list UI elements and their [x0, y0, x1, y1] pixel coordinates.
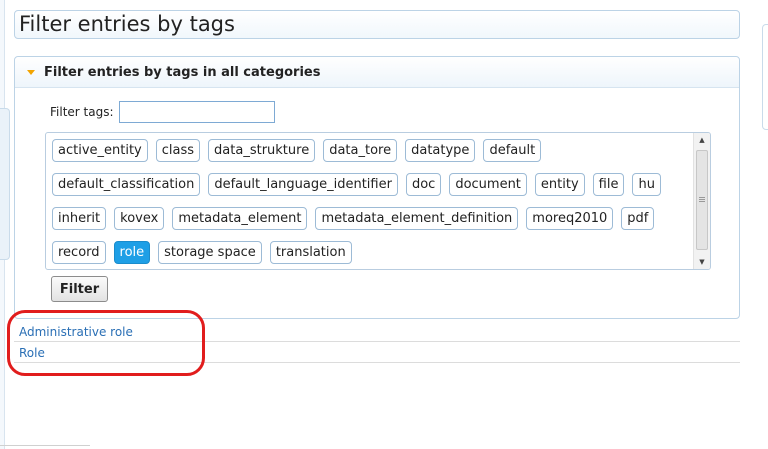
caret-down-icon[interactable]	[27, 69, 35, 75]
result-item: Administrative role	[14, 321, 740, 342]
tag-cloud-scrollbar[interactable]: ▲ ▼	[693, 133, 710, 269]
page-title-box: Filter entries by tags	[14, 10, 740, 39]
tag-row: inherit kovex metadata_element metadata_ele…	[52, 207, 697, 230]
tag-chip[interactable]: data_tore	[323, 139, 398, 162]
tag-chip[interactable]: data_strukture	[208, 139, 316, 162]
tag-chip[interactable]: translation	[269, 241, 352, 264]
tag-row: default_classification default_language_i…	[52, 173, 697, 196]
page-title: Filter entries by tags	[19, 12, 235, 36]
result-link[interactable]: Role	[19, 346, 45, 360]
tag-chip[interactable]: record	[52, 241, 106, 264]
tag-chip[interactable]: inherit	[52, 207, 107, 230]
tag-chip[interactable]: default_classification	[52, 173, 201, 196]
tag-row: record role storage space translation	[52, 241, 697, 264]
tag-chip[interactable]: metadata_element	[172, 207, 308, 230]
tag-chip[interactable]: metadata_element_definition	[315, 207, 519, 230]
right-side-panel	[762, 24, 768, 130]
filter-panel: Filter entries by tags in all categories…	[14, 56, 740, 319]
tag-chip[interactable]: class	[155, 139, 201, 162]
result-item: Role	[14, 342, 740, 363]
tag-chip[interactable]: role	[113, 241, 151, 264]
filter-tags-label: Filter tags:	[50, 105, 114, 119]
tag-chip[interactable]: active_entity	[52, 139, 148, 162]
scroll-thumb[interactable]	[696, 150, 708, 250]
result-link[interactable]: Administrative role	[19, 325, 133, 339]
tag-cloud: active_entity class data_strukture data_tor…	[45, 132, 711, 270]
filter-button[interactable]: Filter	[51, 276, 108, 302]
tag-chip[interactable]: default_language_identifier	[208, 173, 398, 196]
filter-row: Filter tags:	[50, 101, 275, 123]
tag-chip[interactable]: default	[483, 139, 542, 162]
bottom-divider	[0, 445, 90, 446]
scroll-up-arrow-icon[interactable]: ▲	[694, 133, 710, 147]
tag-row: active_entity class data_strukture data_tor…	[52, 139, 697, 162]
panel-header-title: Filter entries by tags in all categories	[44, 64, 321, 80]
left-side-tab[interactable]	[0, 108, 10, 260]
tag-chip[interactable]: datatype	[405, 139, 476, 162]
tag-chip[interactable]: hu	[632, 173, 661, 196]
tag-chip[interactable]: file	[592, 173, 625, 196]
scroll-down-arrow-icon[interactable]: ▼	[694, 255, 710, 269]
tag-chip[interactable]: entity	[534, 173, 585, 196]
results-list: Administrative role Role	[14, 321, 740, 363]
tag-chip[interactable]: doc	[405, 173, 442, 196]
panel-header-toggle[interactable]: Filter entries by tags in all categories	[15, 57, 739, 88]
tag-chip[interactable]: moreq2010	[526, 207, 614, 230]
filter-tags-input[interactable]	[118, 101, 275, 123]
tag-chip[interactable]: kovex	[114, 207, 165, 230]
tag-chip[interactable]: storage space	[158, 241, 262, 264]
tag-chip[interactable]: document	[449, 173, 527, 196]
tag-chip[interactable]: pdf	[621, 207, 655, 230]
